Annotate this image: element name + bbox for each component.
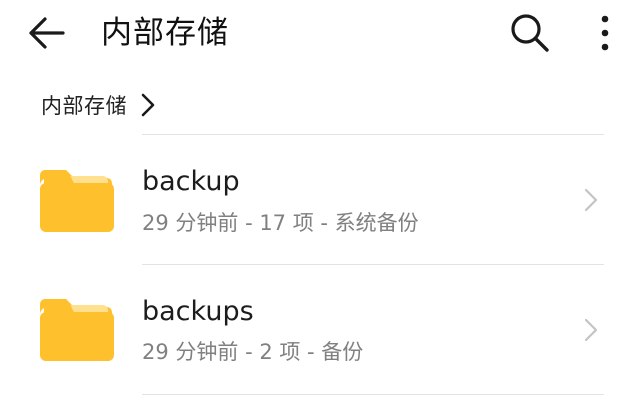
breadcrumb[interactable]: 内部存储	[41, 88, 155, 122]
search-icon	[511, 14, 549, 52]
list-item-folder[interactable]: backups 29 分钟前 - 2 项 - 备份	[0, 265, 640, 393]
file-name: backup	[142, 166, 240, 197]
breadcrumb-item-internal-storage[interactable]: 内部存储	[41, 90, 127, 120]
file-manager-screen: 内部存储 内部存储 backup 29 分钟前 - 17 项 - 系统备份 ba…	[0, 0, 640, 408]
search-button[interactable]	[504, 8, 556, 58]
folder-icon	[40, 170, 114, 232]
more-vertical-icon	[601, 15, 609, 51]
divider	[142, 394, 604, 395]
app-bar: 内部存储	[0, 0, 640, 66]
back-button[interactable]	[22, 10, 70, 56]
file-meta: 29 分钟前 - 17 项 - 系统备份	[142, 211, 419, 235]
more-options-button[interactable]	[584, 8, 626, 58]
chevron-right-icon	[580, 315, 602, 345]
page-title: 内部存储	[101, 15, 229, 51]
folder-icon	[40, 299, 114, 361]
chevron-right-icon	[580, 185, 602, 215]
chevron-right-icon	[141, 93, 155, 117]
list-item-folder[interactable]: backup 29 分钟前 - 17 项 - 系统备份	[0, 135, 640, 263]
file-meta: 29 分钟前 - 2 项 - 备份	[142, 340, 364, 364]
arrow-left-icon	[29, 17, 65, 49]
file-name: backups	[142, 296, 254, 327]
